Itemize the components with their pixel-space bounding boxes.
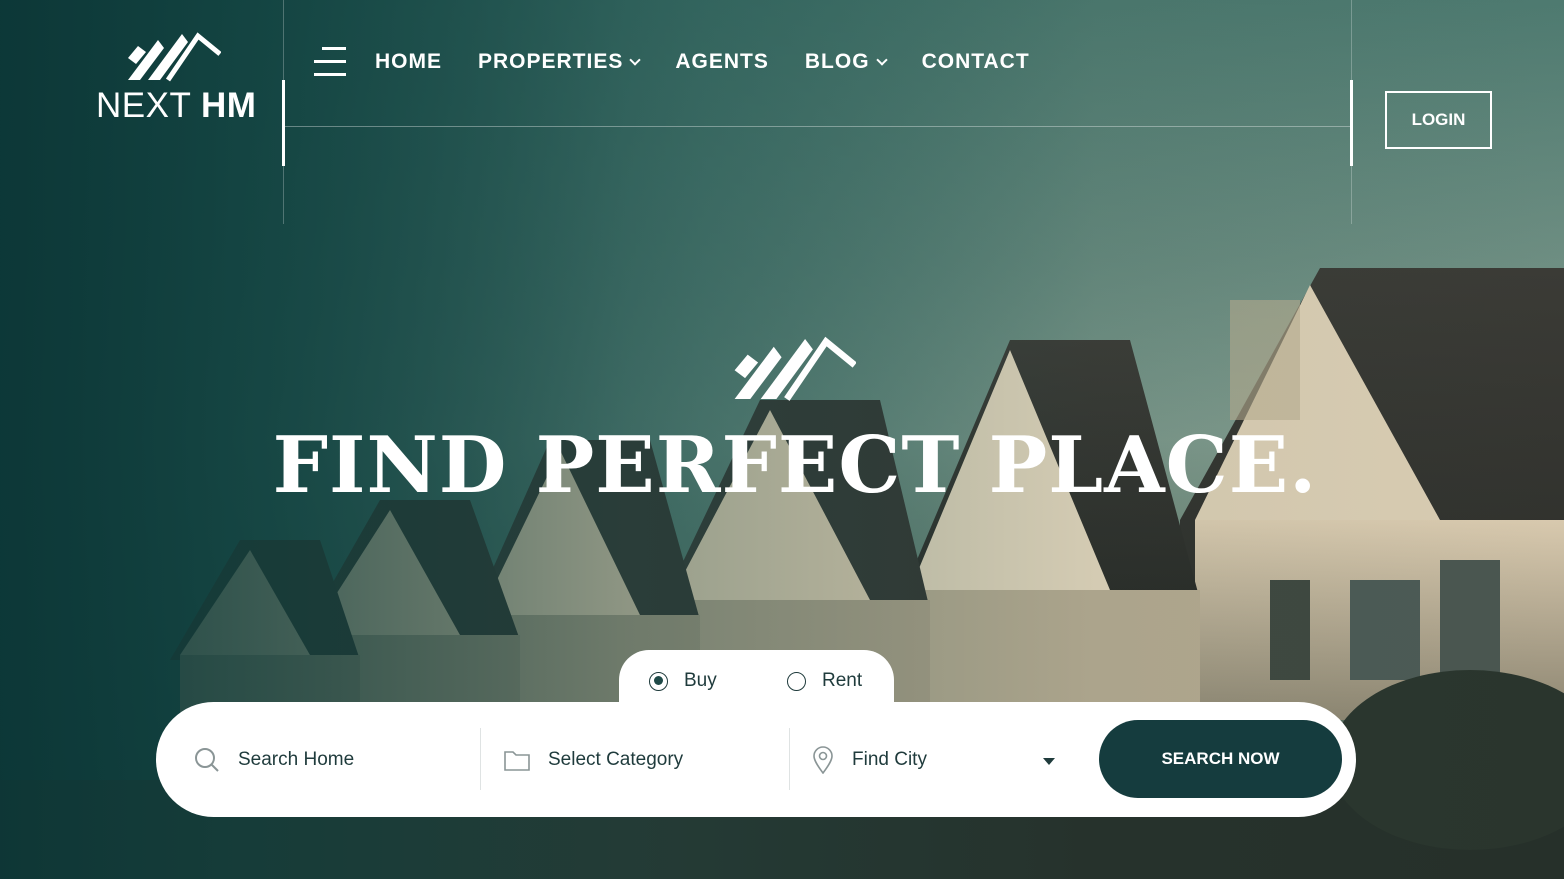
search-home-placeholder: Search Home — [238, 749, 355, 770]
nav-item-label: CONTACT — [921, 50, 1030, 73]
nav-item-home[interactable]: HOME — [375, 46, 442, 78]
menu-icon-bar — [314, 60, 346, 63]
nav-item-label: HOME — [375, 50, 442, 73]
location-pin-icon — [812, 746, 834, 774]
divider-right-accent — [1350, 80, 1353, 166]
nav-item-label: BLOG — [804, 50, 870, 73]
tab-buy-label: Buy — [684, 670, 717, 691]
tab-rent-label: Rent — [822, 670, 863, 691]
city-select[interactable]: Find City — [812, 729, 927, 791]
buy-radio[interactable] — [649, 671, 668, 691]
nav-item-label: PROPERTIES — [478, 50, 624, 73]
listing-type-tabs: Buy Rent — [619, 650, 894, 710]
logo-word-hm: HM — [200, 86, 257, 125]
field-divider — [480, 728, 481, 790]
nav-item-contact[interactable]: CONTACT — [922, 46, 1030, 78]
nav-item-agents[interactable]: AGENTS — [675, 46, 769, 78]
chevron-down-icon[interactable] — [1043, 758, 1055, 765]
chevron-down-icon — [875, 54, 888, 66]
category-placeholder: Select Category — [548, 749, 684, 770]
search-icon — [194, 747, 220, 773]
main-nav: HOME PROPERTIES AGENTS BLOG CONTACT — [375, 46, 1066, 78]
search-now-button[interactable]: SEARCH NOW — [1099, 720, 1342, 798]
nav-item-blog[interactable]: BLOG — [804, 46, 888, 78]
menu-icon[interactable] — [314, 47, 346, 77]
tab-rent[interactable]: Rent — [787, 670, 862, 692]
site-logo[interactable]: NEXT HM — [96, 32, 256, 127]
category-select[interactable]: Select Category — [504, 729, 683, 791]
menu-icon-bar — [322, 47, 346, 50]
property-search-bar: Search Home Select Category Find City SE… — [156, 702, 1356, 817]
field-divider — [789, 728, 790, 790]
nav-item-properties[interactable]: PROPERTIES — [478, 46, 642, 78]
nav-item-label: AGENTS — [675, 50, 769, 73]
rent-radio[interactable] — [787, 671, 806, 691]
city-placeholder: Find City — [852, 749, 927, 770]
header-underline — [284, 126, 1352, 127]
search-home-input[interactable]: Search Home — [194, 729, 354, 791]
login-button[interactable]: LOGIN — [1385, 91, 1492, 149]
tab-buy[interactable]: Buy — [649, 670, 717, 692]
roof-logo-icon — [128, 32, 221, 82]
logo-word-next: NEXT — [96, 86, 191, 125]
folder-icon — [504, 749, 530, 771]
divider-left-accent — [282, 80, 285, 166]
chevron-down-icon — [629, 54, 642, 66]
logo-wordmark: NEXT HM — [96, 86, 256, 126]
menu-icon-bar — [314, 73, 346, 76]
roof-logo-icon — [734, 336, 856, 401]
hero-headline: FIND PERFECT PLACE. — [272, 420, 1318, 511]
